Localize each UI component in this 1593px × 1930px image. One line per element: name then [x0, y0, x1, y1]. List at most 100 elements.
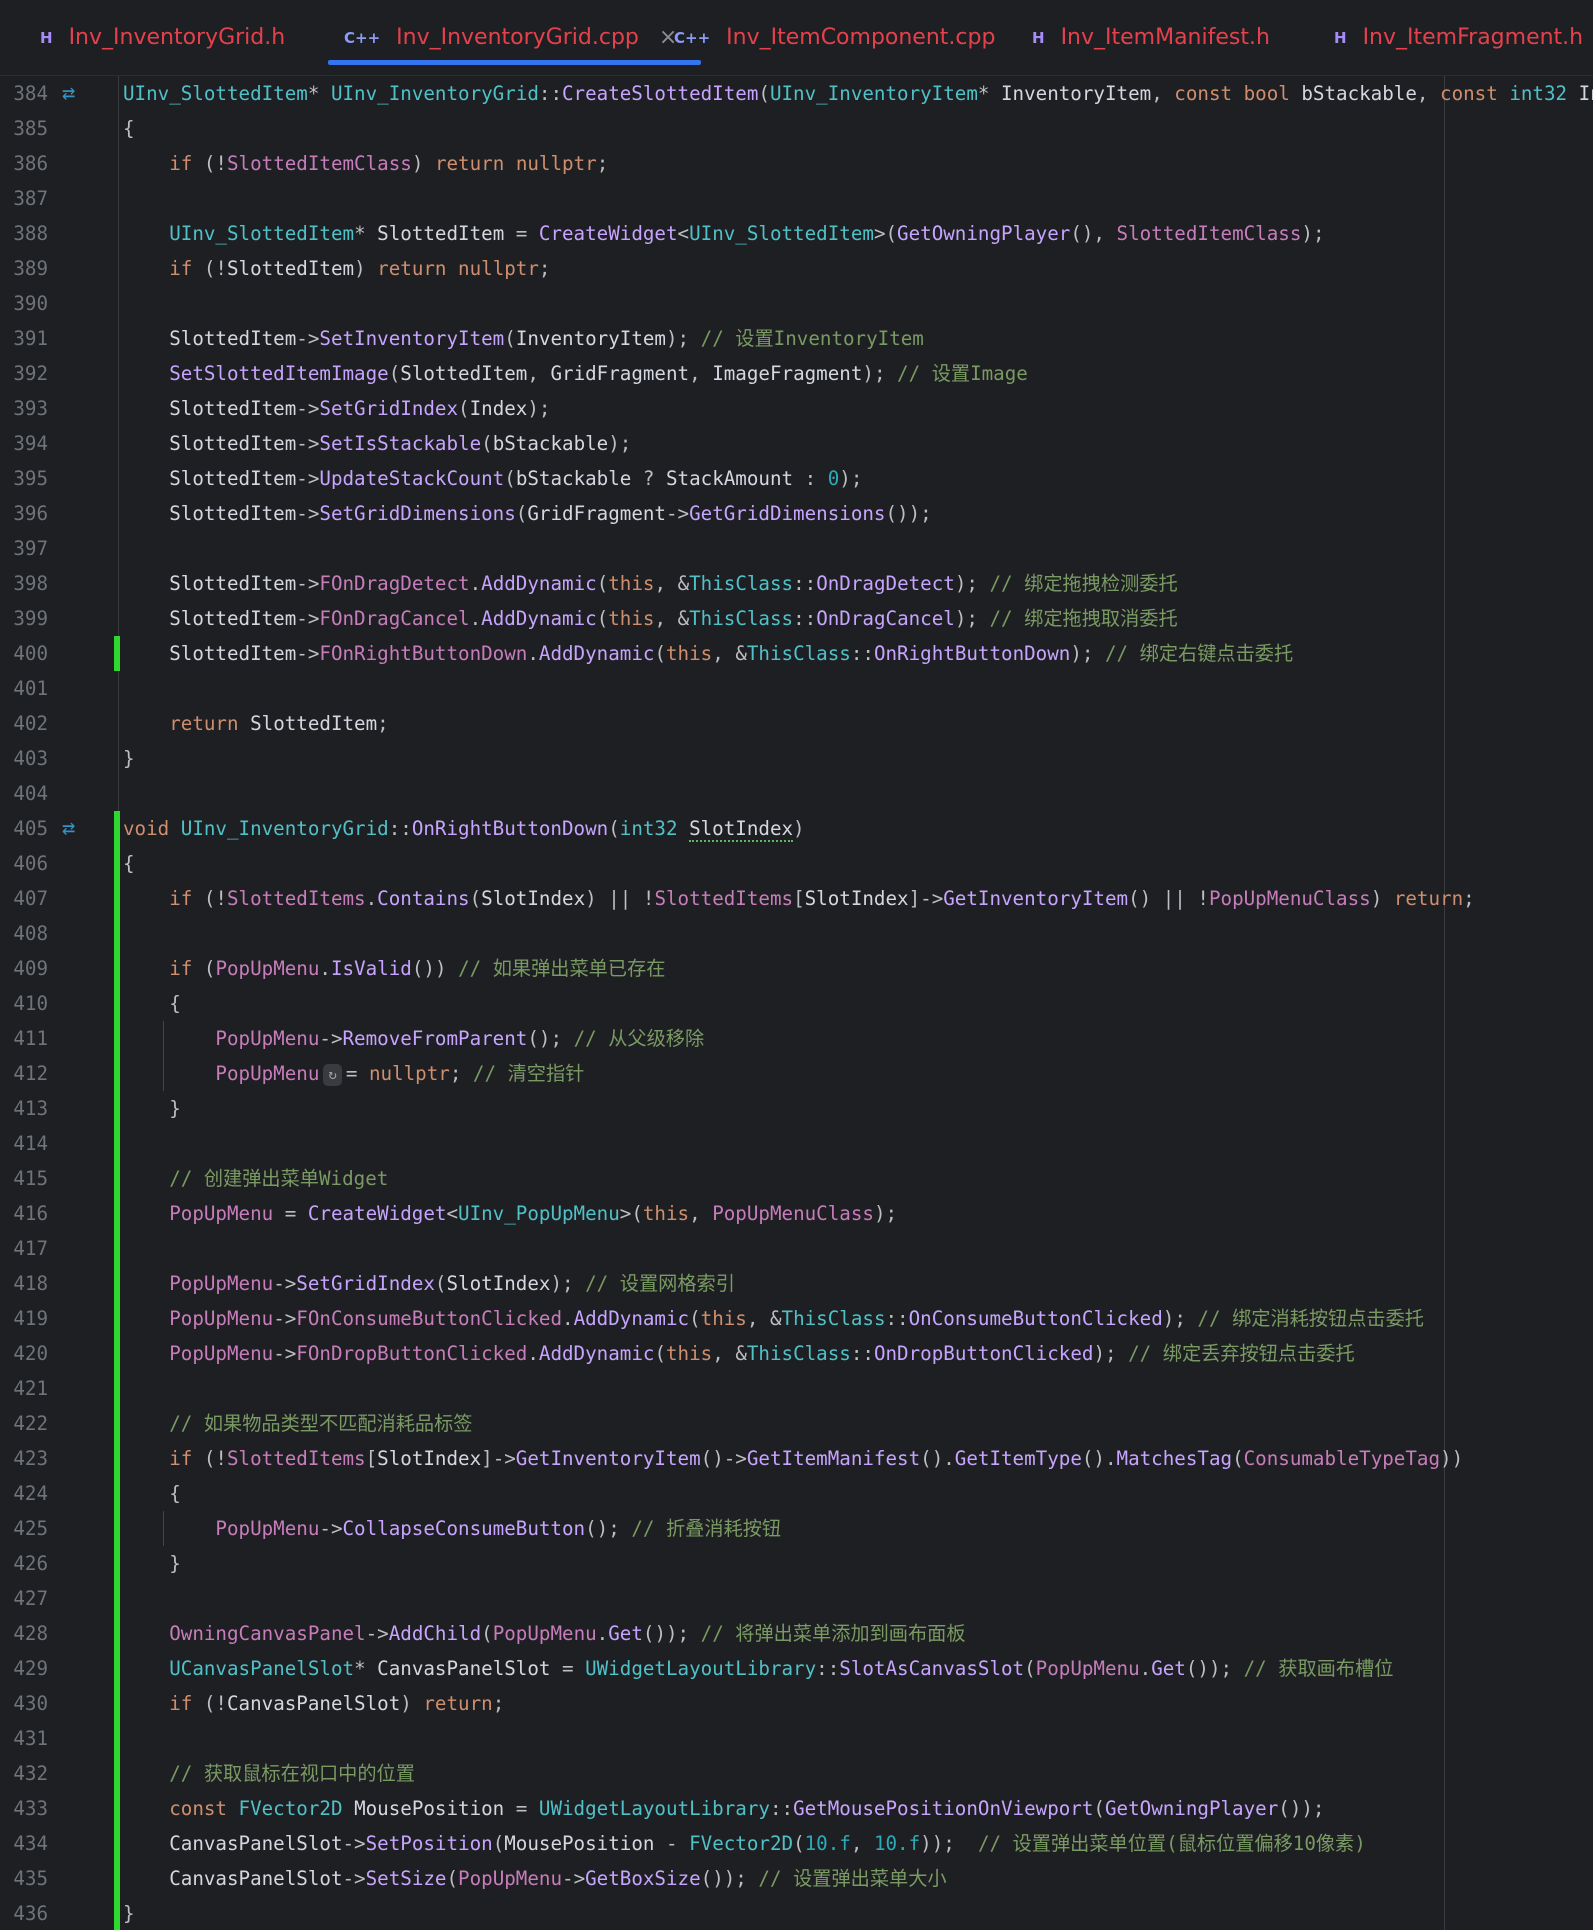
code-text[interactable]: if (!SlottedItem) return nullptr;	[123, 251, 550, 286]
vcs-change-marker[interactable]	[114, 1266, 120, 1301]
line-number[interactable]: 407	[0, 881, 48, 916]
line-number[interactable]: 434	[0, 1826, 48, 1861]
line-number[interactable]: 427	[0, 1581, 48, 1616]
code-text[interactable]: PopUpMenu ↻ = nullptr; // 清空指针	[123, 1056, 584, 1091]
implementation-arrows-icon[interactable]: ⇄	[62, 76, 75, 111]
code-text[interactable]: if (!SlottedItems[SlotIndex]->GetInvento…	[123, 1441, 1463, 1476]
code-line[interactable]: 412 PopUpMenu ↻ = nullptr; // 清空指针	[0, 1056, 1593, 1091]
code-line[interactable]: 397	[0, 531, 1593, 566]
code-line[interactable]: 416 PopUpMenu = CreateWidget<UInv_PopUpM…	[0, 1196, 1593, 1231]
code-text[interactable]: PopUpMenu->CollapseConsumeButton(); // 折…	[123, 1511, 781, 1546]
code-line[interactable]: 430 if (!CanvasPanelSlot) return;	[0, 1686, 1593, 1721]
line-number[interactable]: 398	[0, 566, 48, 601]
code-text[interactable]: }	[123, 741, 135, 776]
vcs-change-marker[interactable]	[114, 1126, 120, 1161]
code-line[interactable]: 406 {	[0, 846, 1593, 881]
code-line[interactable]: 396 SlottedItem->SetGridDimensions(GridF…	[0, 496, 1593, 531]
vcs-change-marker[interactable]	[114, 881, 120, 916]
line-number[interactable]: 436	[0, 1896, 48, 1930]
vcs-change-marker[interactable]	[114, 916, 120, 951]
code-line[interactable]: 425 PopUpMenu->CollapseConsumeButton(); …	[0, 1511, 1593, 1546]
vcs-change-marker[interactable]	[114, 1826, 120, 1861]
vcs-change-marker[interactable]	[114, 1091, 120, 1126]
line-number[interactable]: 391	[0, 321, 48, 356]
tab-inv-inventorygrid-cpp[interactable]: C++ Inv_InventoryGrid.cpp ×	[327, 0, 702, 75]
code-text[interactable]: {	[123, 1476, 181, 1511]
vcs-change-marker[interactable]	[114, 811, 120, 846]
code-line[interactable]: 419 PopUpMenu->FOnConsumeButtonClicked.A…	[0, 1301, 1593, 1336]
line-number[interactable]: 421	[0, 1371, 48, 1406]
line-number[interactable]: 416	[0, 1196, 48, 1231]
line-number[interactable]: 431	[0, 1721, 48, 1756]
line-number[interactable]: 397	[0, 531, 48, 566]
line-number[interactable]: 412	[0, 1056, 48, 1091]
vcs-change-marker[interactable]	[114, 1581, 120, 1616]
code-text[interactable]: if (PopUpMenu.IsValid()) // 如果弹出菜单已存在	[123, 951, 665, 986]
line-number[interactable]: 388	[0, 216, 48, 251]
line-number[interactable]: 389	[0, 251, 48, 286]
code-text[interactable]: if (!CanvasPanelSlot) return;	[123, 1686, 504, 1721]
code-line[interactable]: 392 SetSlottedItemImage(SlottedItem, Gri…	[0, 356, 1593, 391]
line-number[interactable]: 393	[0, 391, 48, 426]
line-number[interactable]: 414	[0, 1126, 48, 1161]
code-text[interactable]: }	[123, 1896, 135, 1930]
code-line[interactable]: 413 }	[0, 1091, 1593, 1126]
line-number[interactable]: 415	[0, 1161, 48, 1196]
tab-inv-itemmanifest-h[interactable]: H Inv_ItemManifest.h	[1032, 0, 1270, 75]
line-number[interactable]: 424	[0, 1476, 48, 1511]
tab-inv-itemcomponent-cpp[interactable]: C++ Inv_ItemComponent.cpp	[674, 0, 995, 75]
vcs-change-marker[interactable]	[114, 1056, 120, 1091]
code-text[interactable]: // 创建弹出菜单Widget	[123, 1161, 388, 1196]
code-text[interactable]: {	[123, 111, 135, 146]
line-number[interactable]: 395	[0, 461, 48, 496]
code-line[interactable]: 429 UCanvasPanelSlot* CanvasPanelSlot = …	[0, 1651, 1593, 1686]
code-line[interactable]: 384 ⇄ UInv_SlottedItem* UInv_InventoryGrid…	[0, 76, 1593, 111]
code-text[interactable]: {	[123, 846, 135, 881]
line-number[interactable]: 432	[0, 1756, 48, 1791]
code-line[interactable]: 431	[0, 1721, 1593, 1756]
vcs-change-marker[interactable]	[114, 1686, 120, 1721]
code-editor[interactable]: 384 ⇄ UInv_SlottedItem* UInv_InventoryGrid…	[0, 76, 1593, 1930]
line-number[interactable]: 399	[0, 601, 48, 636]
line-number[interactable]: 428	[0, 1616, 48, 1651]
code-line[interactable]: 386 if (!SlottedItemClass) return nullpt…	[0, 146, 1593, 181]
code-line[interactable]: 422 // 如果物品类型不匹配消耗品标签	[0, 1406, 1593, 1441]
code-text[interactable]: const FVector2D MousePosition = UWidgetL…	[123, 1791, 1324, 1826]
line-number[interactable]: 426	[0, 1546, 48, 1581]
line-number[interactable]: 403	[0, 741, 48, 776]
code-line[interactable]: 385 {	[0, 111, 1593, 146]
code-text[interactable]: SlottedItem->SetGridIndex(Index);	[123, 391, 550, 426]
code-line[interactable]: 395 SlottedItem->UpdateStackCount(bStack…	[0, 461, 1593, 496]
code-line[interactable]: 391 SlottedItem->SetInventoryItem(Invent…	[0, 321, 1593, 356]
code-text[interactable]: return SlottedItem;	[123, 706, 389, 741]
vcs-change-marker[interactable]	[114, 1861, 120, 1896]
code-line[interactable]: 427	[0, 1581, 1593, 1616]
code-line[interactable]: 426 }	[0, 1546, 1593, 1581]
code-line[interactable]: 403}	[0, 741, 1593, 776]
tab-inv-inventorygrid-h[interactable]: H Inv_InventoryGrid.h	[40, 0, 285, 75]
vcs-change-marker[interactable]	[114, 951, 120, 986]
code-line[interactable]: 411 PopUpMenu->RemoveFromParent(); // 从父…	[0, 1021, 1593, 1056]
code-line[interactable]: 407 if (!SlottedItems.Contains(SlotIndex…	[0, 881, 1593, 916]
line-number[interactable]: 433	[0, 1791, 48, 1826]
vcs-change-marker[interactable]	[114, 986, 120, 1021]
line-number[interactable]: 387	[0, 181, 48, 216]
code-text[interactable]: UCanvasPanelSlot* CanvasPanelSlot = UWid…	[123, 1651, 1393, 1686]
line-number[interactable]: 418	[0, 1266, 48, 1301]
line-number[interactable]: 402	[0, 706, 48, 741]
code-line[interactable]: 401	[0, 671, 1593, 706]
code-line[interactable]: 405 ⇄ void UInv_InventoryGrid::OnRightButt…	[0, 811, 1593, 846]
code-text[interactable]: CanvasPanelSlot->SetSize(PopUpMenu->GetB…	[123, 1861, 946, 1896]
vcs-change-marker[interactable]	[114, 1756, 120, 1791]
code-line[interactable]: 415 // 创建弹出菜单Widget	[0, 1161, 1593, 1196]
line-number[interactable]: 413	[0, 1091, 48, 1126]
code-line[interactable]: 432 // 获取鼠标在视口中的位置	[0, 1756, 1593, 1791]
code-line[interactable]: 399 SlottedItem->FOnDragCancel.AddDynami…	[0, 601, 1593, 636]
code-text[interactable]: SlottedItem->FOnDragCancel.AddDynamic(th…	[123, 601, 1177, 636]
code-text[interactable]: // 获取鼠标在视口中的位置	[123, 1756, 415, 1791]
code-line[interactable]: 414	[0, 1126, 1593, 1161]
vcs-change-marker[interactable]	[114, 1546, 120, 1581]
code-text[interactable]: SetSlottedItemImage(SlottedItem, GridFra…	[123, 356, 1028, 391]
code-line[interactable]: 421	[0, 1371, 1593, 1406]
code-line[interactable]: 436}	[0, 1896, 1593, 1930]
